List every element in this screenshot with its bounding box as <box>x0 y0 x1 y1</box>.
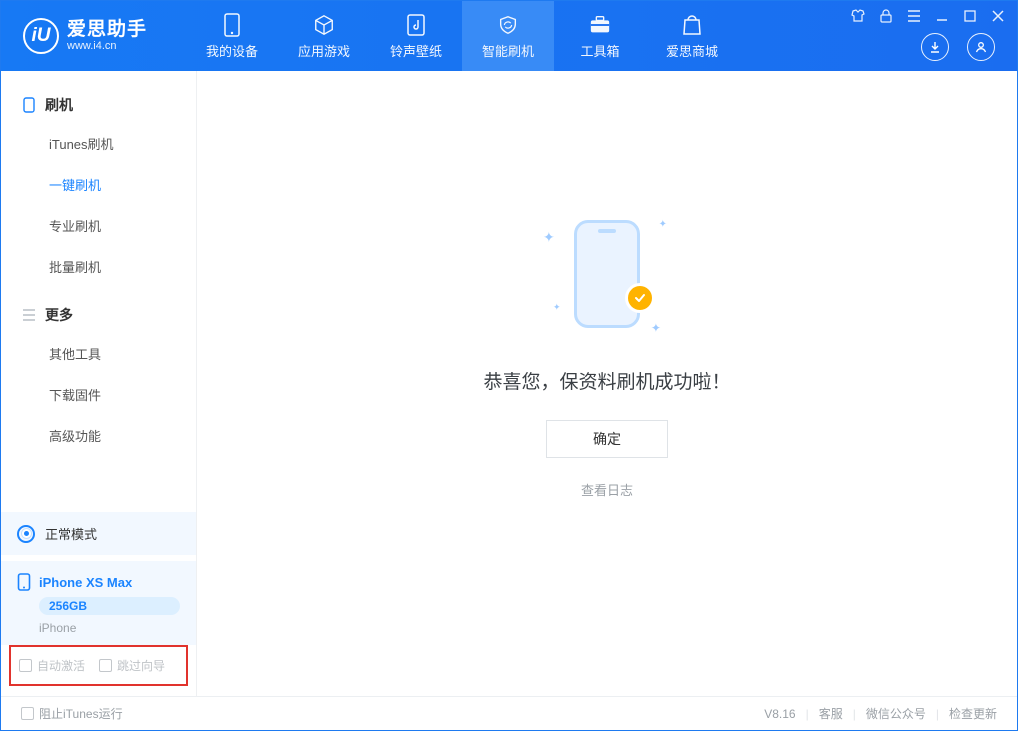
titlebar-actions <box>921 33 995 61</box>
titlebar: iU 爱思助手 www.i4.cn 我的设备 应用游戏 <box>1 1 1017 71</box>
sparkle-icon: ✦ <box>553 302 561 313</box>
music-file-icon <box>404 13 428 37</box>
sidebar-item-oneclick-flash[interactable]: 一键刷机 <box>1 164 196 205</box>
separator: | <box>853 707 856 721</box>
device-platform: iPhone <box>39 621 180 635</box>
sparkle-icon: ✦ <box>659 219 667 230</box>
nav-tab-label: 我的设备 <box>206 41 258 60</box>
mode-label: 正常模式 <box>45 524 97 543</box>
tshirt-icon[interactable] <box>849 7 867 25</box>
menu-icon[interactable] <box>905 7 923 25</box>
device-storage-badge: 256GB <box>39 597 180 615</box>
link-check-update[interactable]: 检查更新 <box>949 705 997 722</box>
view-log-link[interactable]: 查看日志 <box>581 480 633 499</box>
nav-tab-toolbox[interactable]: 工具箱 <box>554 1 646 71</box>
close-icon[interactable] <box>989 7 1007 25</box>
phone-blue-icon <box>17 573 31 591</box>
separator: | <box>806 707 809 721</box>
mode-status-icon <box>17 525 35 543</box>
ok-button[interactable]: 确定 <box>546 420 668 458</box>
main-panel: ✦ ✦ ✦ ✦ 恭喜您，保资料刷机成功啦！ 确定 查看日志 <box>197 71 1017 696</box>
nav-tab-label: 铃声壁纸 <box>390 41 442 60</box>
briefcase-icon <box>588 13 612 37</box>
phone-outline-icon <box>574 220 640 328</box>
checkbox-icon <box>99 659 112 672</box>
nav-tab-flash[interactable]: 智能刷机 <box>462 1 554 71</box>
nav-tab-label: 智能刷机 <box>482 41 534 60</box>
download-button[interactable] <box>921 33 949 61</box>
refresh-shield-icon <box>496 13 520 37</box>
nav-tab-label: 工具箱 <box>580 41 619 60</box>
sparkle-icon: ✦ <box>651 321 661 335</box>
sidebar-section-flash: 刷机 <box>1 87 196 123</box>
link-wechat[interactable]: 微信公众号 <box>866 705 926 722</box>
sidebar-section-label: 更多 <box>45 305 73 325</box>
nav-tab-my-device[interactable]: 我的设备 <box>186 1 278 71</box>
nav-tabs: 我的设备 应用游戏 铃声壁纸 智能刷机 <box>186 1 738 71</box>
sidebar-section-label: 刷机 <box>45 95 73 115</box>
phone-small-icon <box>21 97 37 113</box>
bag-icon <box>680 13 704 37</box>
device-card[interactable]: iPhone XS Max 256GB iPhone <box>1 561 196 645</box>
sidebar-item-batch-flash[interactable]: 批量刷机 <box>1 246 196 287</box>
sidebar-options-highlight: 自动激活 跳过向导 <box>9 645 188 686</box>
sidebar-item-pro-flash[interactable]: 专业刷机 <box>1 205 196 246</box>
chk-skip-guide[interactable]: 跳过向导 <box>99 657 165 674</box>
list-icon <box>21 307 37 323</box>
success-hero: ✦ ✦ ✦ ✦ 恭喜您，保资料刷机成功啦！ 确定 查看日志 <box>483 209 730 499</box>
brand-block: iU 爱思助手 www.i4.cn <box>1 1 186 71</box>
sidebar-item-advanced[interactable]: 高级功能 <box>1 415 196 456</box>
chk-label: 阻止iTunes运行 <box>39 705 123 722</box>
chk-block-itunes[interactable]: 阻止iTunes运行 <box>21 705 123 722</box>
sidebar-cards: 正常模式 iPhone XS Max 256GB iPhone <box>1 512 196 645</box>
sparkle-icon: ✦ <box>543 229 555 246</box>
maximize-icon[interactable] <box>961 7 979 25</box>
sidebar-item-itunes-flash[interactable]: iTunes刷机 <box>1 123 196 164</box>
sidebar-item-download-firmware[interactable]: 下载固件 <box>1 374 196 415</box>
lock-icon[interactable] <box>877 7 895 25</box>
device-name: iPhone XS Max <box>39 575 132 590</box>
separator: | <box>936 707 939 721</box>
version-label: V8.16 <box>764 707 795 721</box>
link-kefu[interactable]: 客服 <box>819 705 843 722</box>
sidebar-item-other-tools[interactable]: 其他工具 <box>1 333 196 374</box>
cube-icon <box>312 13 336 37</box>
brand-url: www.i4.cn <box>67 41 147 52</box>
mode-card[interactable]: 正常模式 <box>1 512 196 555</box>
user-button[interactable] <box>967 33 995 61</box>
nav-tab-apps[interactable]: 应用游戏 <box>278 1 370 71</box>
chk-label: 跳过向导 <box>117 657 165 674</box>
nav-tab-ringtones[interactable]: 铃声壁纸 <box>370 1 462 71</box>
sidebar-section-more: 更多 <box>1 297 196 333</box>
brand-logo-icon: iU <box>23 18 59 54</box>
checkbox-icon <box>19 659 32 672</box>
statusbar: 阻止iTunes运行 V8.16 | 客服 | 微信公众号 | 检查更新 <box>1 696 1017 730</box>
sidebar: 刷机 iTunes刷机 一键刷机 专业刷机 批量刷机 更多 其他工具 下载固件 … <box>1 71 197 696</box>
chk-auto-activate[interactable]: 自动激活 <box>19 657 85 674</box>
window-controls <box>849 7 1007 25</box>
nav-tab-label: 爱思商城 <box>666 41 718 60</box>
brand-logo-letter: iU <box>32 25 51 47</box>
chk-label: 自动激活 <box>37 657 85 674</box>
success-title: 恭喜您，保资料刷机成功啦！ <box>483 367 730 394</box>
brand-name: 爱思助手 <box>67 20 147 39</box>
checkbox-icon <box>21 707 34 720</box>
nav-tab-store[interactable]: 爱思商城 <box>646 1 738 71</box>
phone-icon <box>220 13 244 37</box>
nav-tab-label: 应用游戏 <box>298 41 350 60</box>
check-badge-icon <box>625 283 655 313</box>
success-illustration: ✦ ✦ ✦ ✦ <box>537 209 677 339</box>
minimize-icon[interactable] <box>933 7 951 25</box>
